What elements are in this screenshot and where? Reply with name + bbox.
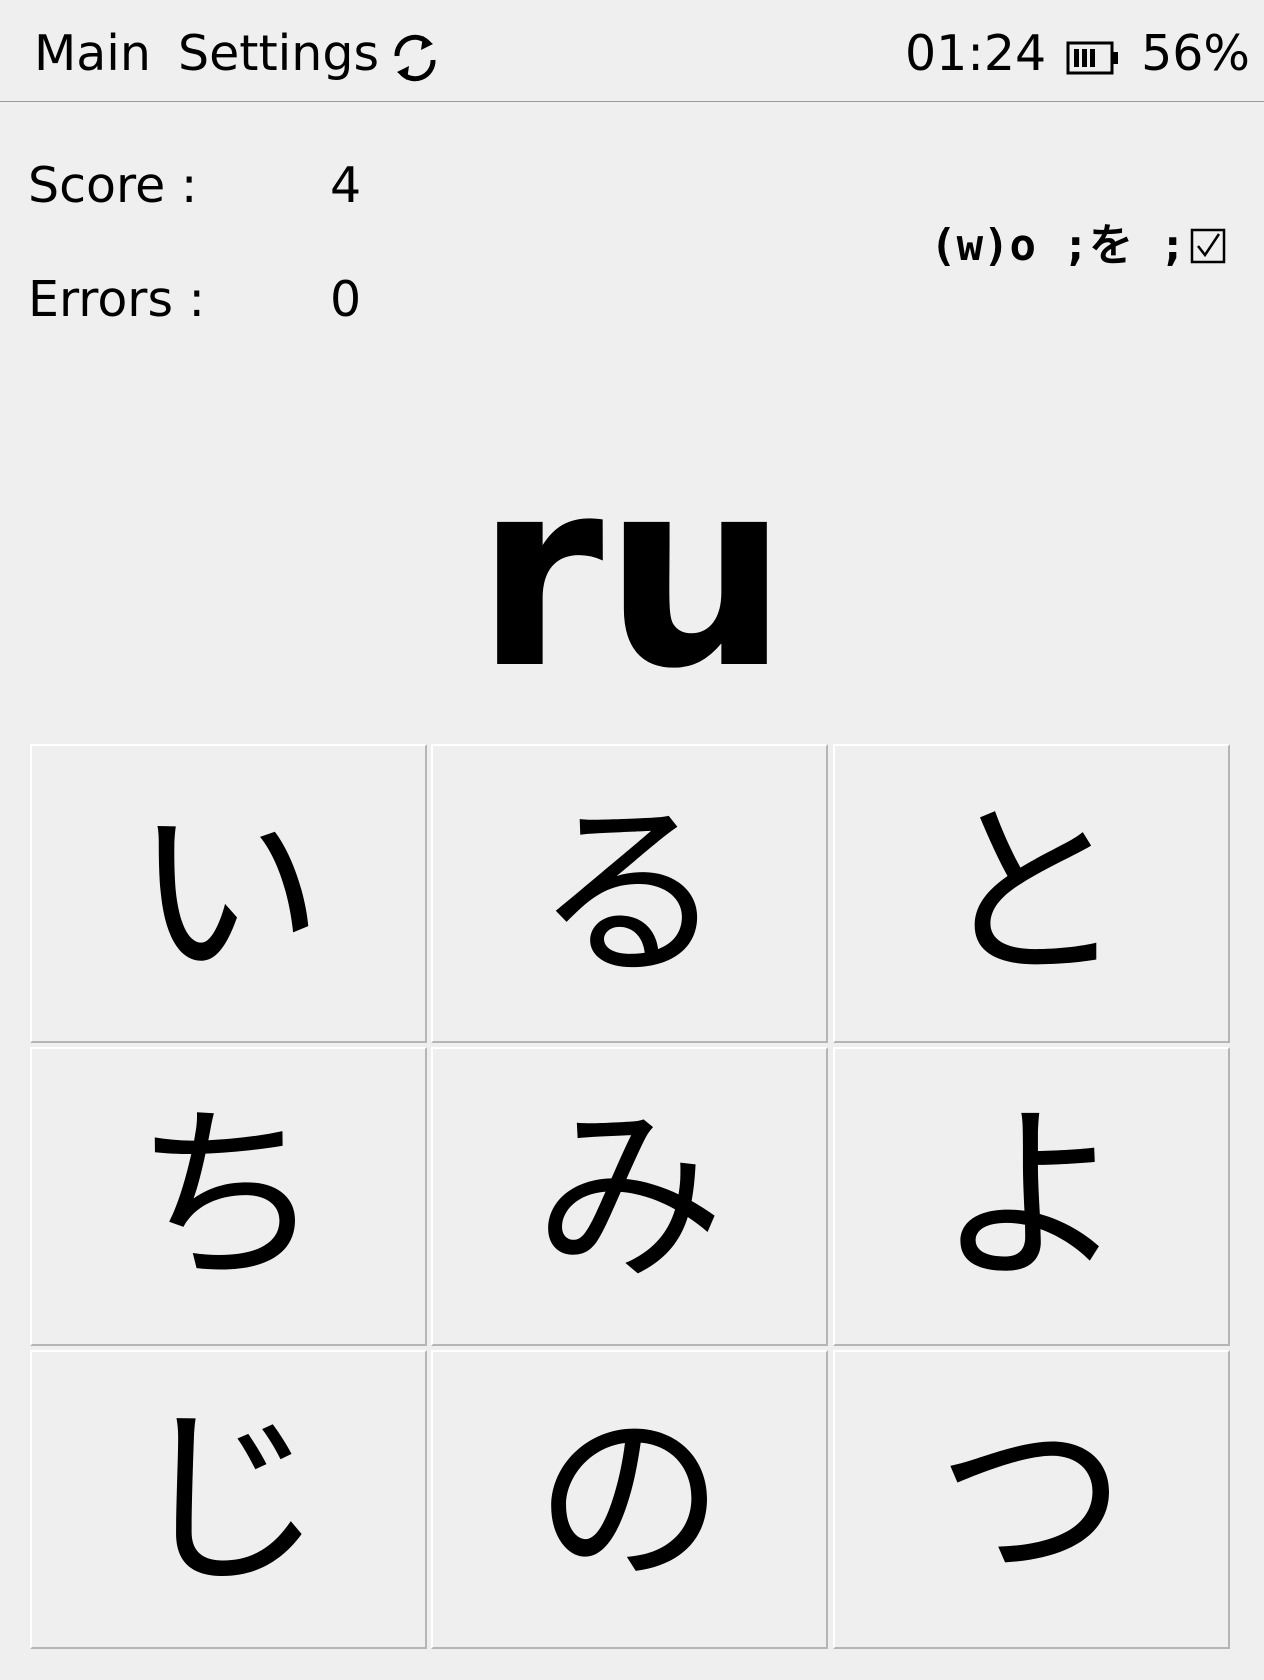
settings-menu-link[interactable]: Settings (178, 24, 379, 84)
last-answer-text: (w)o ;を ; (930, 220, 1186, 271)
choice-button-4[interactable]: ち (30, 1047, 427, 1346)
errors-value: 0 (330, 271, 362, 328)
choice-button-1[interactable]: い (30, 744, 427, 1043)
romaji-prompt: ru (475, 424, 789, 726)
clock-time: 01:24 (905, 25, 1047, 82)
last-answer-feedback: (w)o ;を ; (930, 216, 1226, 276)
choice-button-3[interactable]: と (833, 744, 1230, 1043)
choice-button-6[interactable]: よ (833, 1047, 1230, 1346)
battery-icon (1066, 40, 1120, 76)
choice-button-7[interactable]: じ (30, 1350, 427, 1649)
choice-button-8[interactable]: の (431, 1350, 828, 1649)
score-value: 4 (330, 157, 362, 214)
score-label: Score : (28, 157, 198, 214)
errors-label: Errors : (28, 271, 206, 328)
battery-percent: 56% (1141, 25, 1250, 82)
answer-grid: い る と ち み よ じ の つ (30, 744, 1234, 1650)
main-menu-link[interactable]: Main (34, 24, 151, 84)
checked-box-icon (1190, 220, 1226, 264)
choice-button-9[interactable]: つ (833, 1350, 1230, 1649)
choice-button-5[interactable]: み (431, 1047, 828, 1346)
top-bar: Main Settings 01:24 56% (0, 0, 1264, 102)
refresh-icon[interactable] (387, 30, 443, 86)
choice-button-2[interactable]: る (431, 744, 828, 1043)
